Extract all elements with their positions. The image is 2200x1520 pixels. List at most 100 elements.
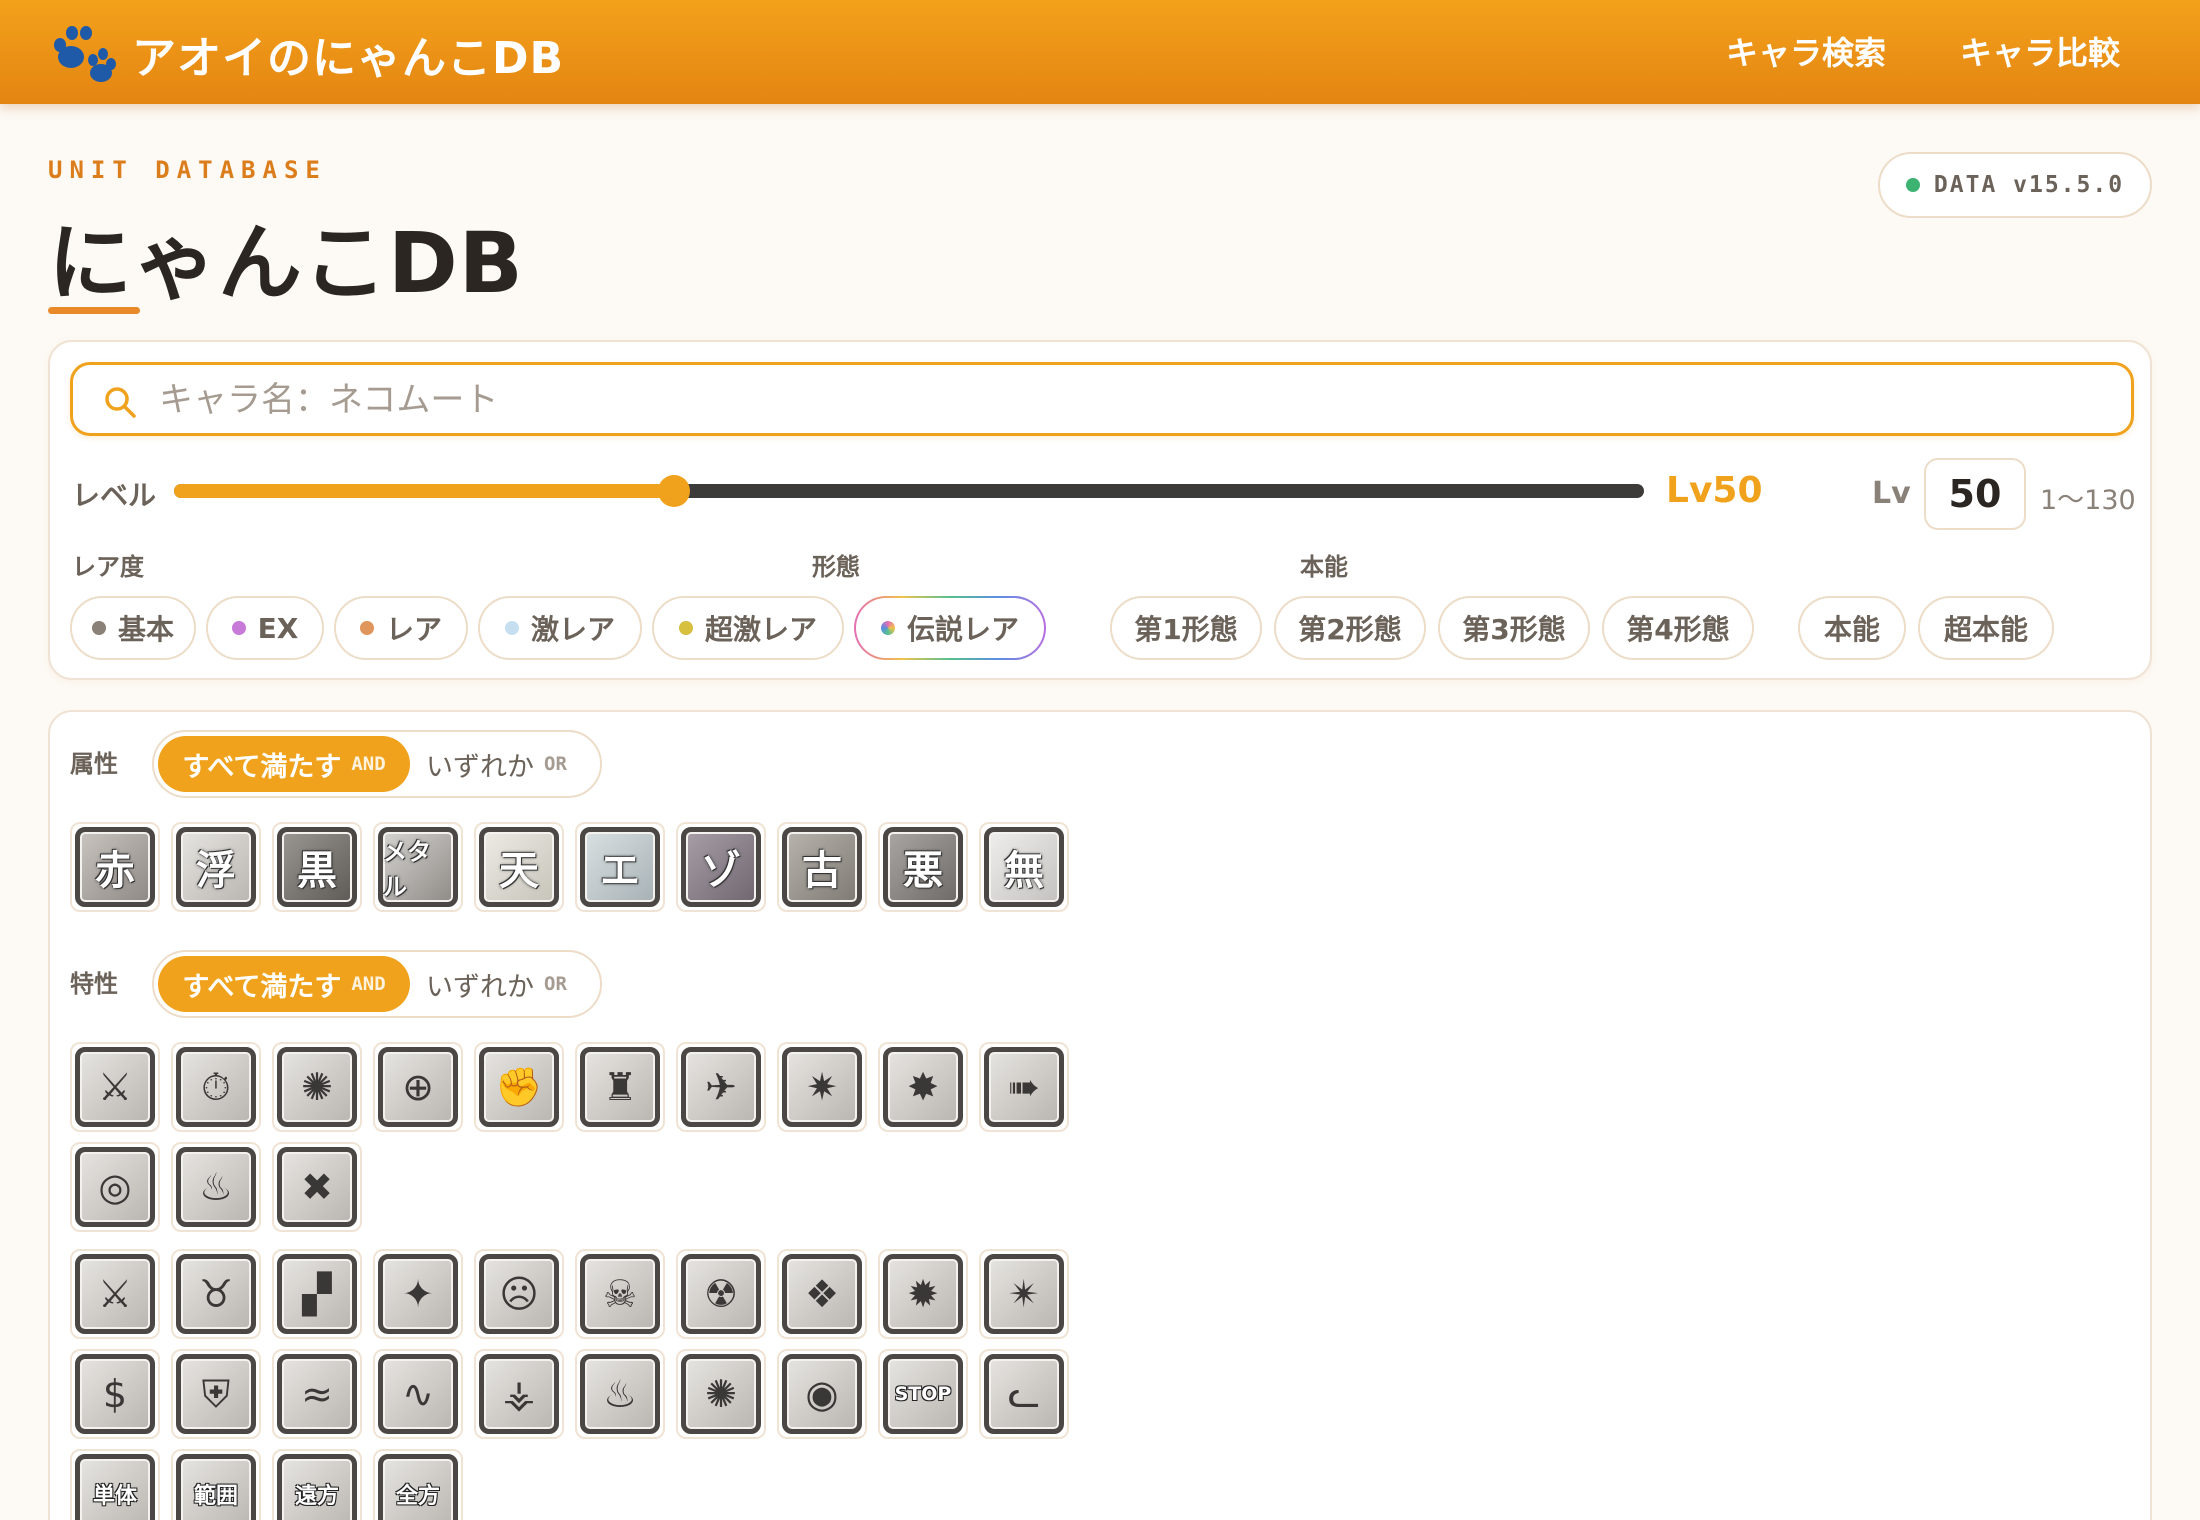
long-distance-button[interactable]: 遠方 bbox=[272, 1449, 362, 1520]
filter-panel: レベル Lv50 Lv 1〜130 レア度 形態 本能 基本 EX レア 激レア… bbox=[48, 340, 2152, 680]
ability-button[interactable]: ✹ bbox=[878, 1249, 968, 1339]
ability-button[interactable]: $ bbox=[70, 1349, 160, 1439]
rarity-chip-rare[interactable]: レア bbox=[334, 596, 468, 660]
attribute-or-option[interactable]: いずれか OR bbox=[426, 736, 567, 792]
ability-button[interactable]: ✸ bbox=[878, 1042, 968, 1132]
ability-button[interactable]: ♨ bbox=[575, 1349, 665, 1439]
talent-chip[interactable]: 本能 bbox=[1798, 596, 1906, 660]
rarity-chip-ex[interactable]: EX bbox=[206, 596, 324, 660]
ability-button[interactable]: ᓚ bbox=[979, 1349, 1069, 1439]
shatter-icon: ✸ bbox=[883, 1047, 963, 1127]
target-fire-icon: ◉ bbox=[782, 1354, 862, 1434]
ability-match-toggle[interactable]: すべて満たす AND いずれか OR bbox=[152, 950, 602, 1018]
paw-icon bbox=[50, 24, 116, 84]
ability-button[interactable]: ◉ bbox=[777, 1349, 867, 1439]
ability-button[interactable]: ❖ bbox=[777, 1249, 867, 1339]
ability-button[interactable]: ☠ bbox=[575, 1249, 665, 1339]
floating-attribute-icon: 浮 bbox=[176, 827, 256, 907]
rarity-chip-normal[interactable]: 基本 bbox=[70, 596, 196, 660]
attribute-glyph: ゾ bbox=[701, 848, 741, 894]
attribute-glyph: エ bbox=[600, 848, 640, 894]
ability-button[interactable]: ✷ bbox=[777, 1042, 867, 1132]
attribute-floating-button[interactable]: 浮 bbox=[171, 822, 261, 912]
attribute-relic-button[interactable]: 古 bbox=[777, 822, 867, 912]
ability-button[interactable]: ♜ bbox=[575, 1042, 665, 1132]
ability-button[interactable]: ♉ bbox=[171, 1249, 261, 1339]
red-attribute-icon: 赤 bbox=[75, 827, 155, 907]
ability-button[interactable]: ✦ bbox=[373, 1249, 463, 1339]
form-chip-2[interactable]: 第2形態 bbox=[1274, 596, 1426, 660]
ability-button[interactable]: ☹ bbox=[474, 1249, 564, 1339]
ability-button[interactable]: ✺ bbox=[676, 1349, 766, 1439]
ability-button[interactable]: ✖ bbox=[272, 1142, 362, 1232]
attribute-and-option[interactable]: すべて満たす AND bbox=[158, 736, 410, 792]
nav-character-search[interactable]: キャラ検索 bbox=[1726, 28, 1886, 74]
nav-character-compare[interactable]: キャラ比較 bbox=[1960, 28, 2120, 74]
attribute-match-toggle[interactable]: すべて満たす AND いずれか OR bbox=[152, 730, 602, 798]
attribute-zombie-button[interactable]: ゾ bbox=[676, 822, 766, 912]
black-attribute-icon: 黒 bbox=[277, 827, 357, 907]
attribute-traitless-button[interactable]: 無 bbox=[979, 822, 1069, 912]
ability-button[interactable]: ✺ bbox=[272, 1042, 362, 1132]
search-box[interactable] bbox=[70, 362, 2134, 436]
attribute-glyph: メタル bbox=[383, 838, 431, 901]
attribute-glyph: 無 bbox=[1004, 848, 1044, 894]
ability-button[interactable]: ➠ bbox=[979, 1042, 1069, 1132]
attribute-ability-panel: 属性 すべて満たす AND いずれか OR 赤 浮 黒 メタル 天 エ ゾ 古 … bbox=[48, 710, 2152, 1520]
brand[interactable]: アオイのにゃんこDB bbox=[50, 22, 564, 86]
area-attack-button[interactable]: 範囲 bbox=[171, 1449, 261, 1520]
ability-button[interactable]: ≈ bbox=[272, 1349, 362, 1439]
form-chip-1[interactable]: 第1形態 bbox=[1110, 596, 1262, 660]
rarity-chip-uber-rare[interactable]: 超激レア bbox=[652, 596, 844, 660]
ability-button[interactable]: ♨ bbox=[171, 1142, 261, 1232]
single-target-icon: 単体 bbox=[75, 1454, 155, 1520]
chip-label: 基本 bbox=[117, 613, 174, 646]
level-input-label: Lv bbox=[1872, 476, 1911, 511]
ability-button[interactable]: ⛨ bbox=[171, 1349, 261, 1439]
alien-attribute-icon: エ bbox=[580, 827, 660, 907]
ability-button[interactable]: ◎ bbox=[70, 1142, 160, 1232]
ability-button[interactable]: ⊕ bbox=[373, 1042, 463, 1132]
ability-button[interactable]: ⏱ bbox=[171, 1042, 261, 1132]
rarity-dot bbox=[678, 621, 693, 635]
form-chip-4[interactable]: 第4形態 bbox=[1602, 596, 1754, 660]
attribute-alien-button[interactable]: エ bbox=[575, 822, 665, 912]
top-navbar: アオイのにゃんこDB キャラ検索 キャラ比較 bbox=[0, 0, 2200, 104]
omni-strike-button[interactable]: 全方 bbox=[373, 1449, 463, 1520]
skull-icon: ☠ bbox=[580, 1254, 660, 1334]
ability-button[interactable]: ▞ bbox=[272, 1249, 362, 1339]
ability-button[interactable]: ⚔ bbox=[70, 1249, 160, 1339]
rarity-chip-super-rare[interactable]: 激レア bbox=[478, 596, 642, 660]
ability-button[interactable]: ∿ bbox=[373, 1349, 463, 1439]
and-label: すべて満たす bbox=[182, 971, 342, 1003]
relic-attribute-icon: 古 bbox=[782, 827, 862, 907]
tile-text: 遠方 bbox=[294, 1484, 339, 1509]
attribute-black-button[interactable]: 黒 bbox=[272, 822, 362, 912]
single-target-button[interactable]: 単体 bbox=[70, 1449, 160, 1520]
ability-button[interactable]: ✊ bbox=[474, 1042, 564, 1132]
ability-button[interactable]: ⚶ bbox=[474, 1349, 564, 1439]
rarity-chip-legend-rare[interactable]: 伝説レア bbox=[854, 596, 1046, 660]
ability-button[interactable]: ✈ bbox=[676, 1042, 766, 1132]
data-version-text: DATA v15.5.0 bbox=[1933, 172, 2125, 198]
attribute-metal-button[interactable]: メタル bbox=[373, 822, 463, 912]
form-chip-3[interactable]: 第3形態 bbox=[1438, 596, 1590, 660]
ability-and-option[interactable]: すべて満たす AND bbox=[158, 956, 410, 1012]
attribute-aku-button[interactable]: 悪 bbox=[878, 822, 968, 912]
attribute-red-button[interactable]: 赤 bbox=[70, 822, 160, 912]
ability-button[interactable]: STOP bbox=[878, 1349, 968, 1439]
ultra-talent-chip[interactable]: 超本能 bbox=[1918, 596, 2054, 660]
level-slider-thumb[interactable] bbox=[657, 475, 690, 507]
zombie-attribute-icon: ゾ bbox=[681, 827, 761, 907]
level-slider[interactable] bbox=[174, 475, 1644, 507]
search-input[interactable] bbox=[159, 375, 2059, 425]
ability-button[interactable]: ☢ bbox=[676, 1249, 766, 1339]
attribute-angel-button[interactable]: 天 bbox=[474, 822, 564, 912]
ability-button[interactable]: ⚔ bbox=[70, 1042, 160, 1132]
ability-button[interactable]: ✴ bbox=[979, 1249, 1069, 1339]
muscle-icon: ♉ bbox=[176, 1254, 256, 1334]
or-label: いずれか bbox=[426, 971, 534, 1003]
ability-or-option[interactable]: いずれか OR bbox=[426, 956, 567, 1012]
talent-label: 本能 bbox=[1300, 553, 1348, 581]
level-input[interactable] bbox=[1924, 458, 2026, 530]
